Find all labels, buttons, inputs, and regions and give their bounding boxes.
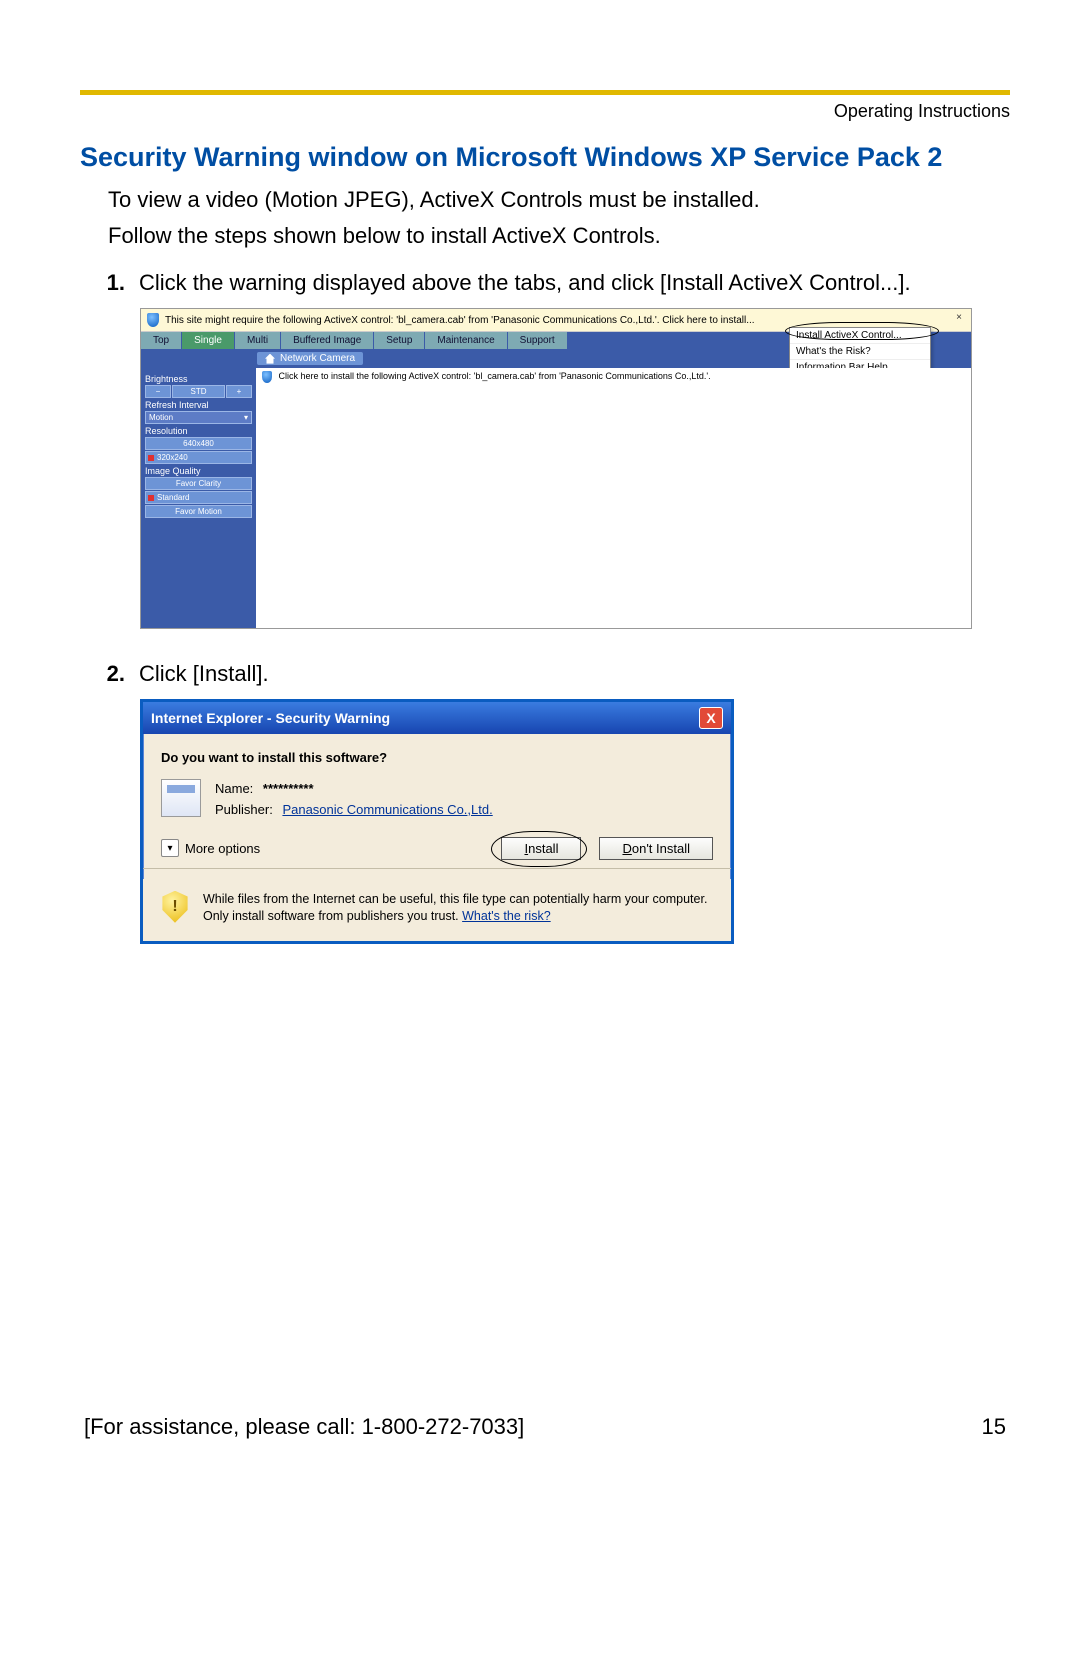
more-options-label: More options bbox=[185, 841, 260, 856]
quality-standard-button[interactable]: Standard bbox=[145, 491, 252, 504]
software-name-value: ********** bbox=[263, 781, 314, 796]
publisher-row: Publisher: Panasonic Communications Co.,… bbox=[215, 802, 493, 817]
quality-motion-button[interactable]: Favor Motion bbox=[145, 505, 252, 518]
label-resolution: Resolution bbox=[145, 426, 252, 436]
home-icon bbox=[265, 354, 275, 364]
tab-multi[interactable]: Multi bbox=[235, 332, 281, 349]
label-brightness: Brightness bbox=[145, 374, 252, 384]
camera-content-area: Click here to install the following Acti… bbox=[256, 368, 971, 628]
software-window-icon bbox=[161, 779, 201, 817]
warning-text: While files from the Internet can be use… bbox=[203, 892, 707, 923]
step-2-number: 2. bbox=[80, 659, 139, 689]
brightness-std-button[interactable]: STD bbox=[172, 385, 225, 398]
page-number: 15 bbox=[982, 1414, 1006, 1440]
install-button[interactable]: Install bbox=[501, 837, 581, 860]
figure-infobar-screenshot: This site might require the following Ac… bbox=[140, 308, 1010, 629]
infobar-text: This site might require the following Ac… bbox=[165, 315, 755, 326]
camera-sidebar: Brightness − STD + Refresh Interval Moti… bbox=[141, 368, 256, 628]
menu-whats-the-risk[interactable]: What's the Risk? bbox=[790, 344, 930, 360]
chevron-down-icon: ▾ bbox=[244, 413, 248, 422]
more-options-toggle[interactable]: ▾ More options bbox=[161, 839, 260, 857]
dialog-title-text: Internet Explorer - Security Warning bbox=[151, 710, 390, 726]
step-2: 2. Click [Install]. bbox=[80, 659, 1010, 689]
tab-support[interactable]: Support bbox=[508, 332, 568, 349]
top-rule bbox=[80, 90, 1010, 95]
close-icon[interactable]: × bbox=[953, 312, 965, 324]
document-page: Operating Instructions Security Warning … bbox=[0, 0, 1080, 1669]
step-2-text: Click [Install]. bbox=[139, 659, 1010, 689]
tab-single[interactable]: Single bbox=[182, 332, 235, 349]
network-camera-label: Network Camera bbox=[280, 353, 355, 364]
intro-line-1: To view a video (Motion JPEG), ActiveX C… bbox=[80, 185, 1010, 215]
page-footer: [For assistance, please call: 1-800-272-… bbox=[80, 1414, 1010, 1440]
header-label: Operating Instructions bbox=[80, 101, 1010, 122]
dialog-warning-footer: While files from the Internet can be use… bbox=[143, 879, 731, 941]
refresh-interval-select[interactable]: Motion ▾ bbox=[145, 411, 252, 424]
brightness-plus-button[interactable]: + bbox=[226, 385, 252, 398]
step-1: 1. Click the warning displayed above the… bbox=[80, 268, 1010, 298]
brightness-minus-button[interactable]: − bbox=[145, 385, 171, 398]
chevron-down-icon: ▾ bbox=[161, 839, 179, 857]
menu-install-activex[interactable]: Install ActiveX Control... bbox=[790, 328, 930, 344]
whats-the-risk-link[interactable]: What's the risk? bbox=[462, 909, 551, 923]
step-1-number: 1. bbox=[80, 268, 139, 298]
tab-buffered-image[interactable]: Buffered Image bbox=[281, 332, 374, 349]
label-refresh-interval: Refresh Interval bbox=[145, 400, 252, 410]
name-label: Name: bbox=[215, 781, 253, 796]
network-camera-pill[interactable]: Network Camera bbox=[256, 351, 364, 366]
shield-icon bbox=[262, 371, 272, 383]
activex-information-bar[interactable]: This site might require the following Ac… bbox=[141, 309, 971, 332]
page-title: Security Warning window on Microsoft Win… bbox=[80, 142, 1010, 173]
tab-setup[interactable]: Setup bbox=[374, 332, 425, 349]
content-activex-text: Click here to install the following Acti… bbox=[279, 371, 711, 381]
tab-maintenance[interactable]: Maintenance bbox=[425, 332, 507, 349]
intro-line-2: Follow the steps shown below to install … bbox=[80, 221, 1010, 251]
resolution-320-button[interactable]: 320x240 bbox=[145, 451, 252, 464]
software-name-row: Name: ********** bbox=[215, 781, 493, 796]
warning-shield-icon bbox=[161, 891, 189, 923]
dialog-divider bbox=[143, 868, 731, 869]
dialog-question: Do you want to install this software? bbox=[161, 750, 713, 765]
publisher-link[interactable]: Panasonic Communications Co.,Ltd. bbox=[282, 802, 492, 817]
dialog-close-button[interactable]: X bbox=[699, 707, 723, 729]
step-1-text: Click the warning displayed above the ta… bbox=[139, 268, 1010, 298]
resolution-640-button[interactable]: 640x480 bbox=[145, 437, 252, 450]
shield-icon bbox=[147, 313, 159, 327]
assistance-text: [For assistance, please call: 1-800-272-… bbox=[84, 1414, 524, 1440]
security-warning-dialog: Internet Explorer - Security Warning X D… bbox=[140, 699, 734, 944]
figure-security-dialog: Internet Explorer - Security Warning X D… bbox=[140, 699, 1010, 944]
label-image-quality: Image Quality bbox=[145, 466, 252, 476]
tab-top[interactable]: Top bbox=[141, 332, 182, 349]
publisher-label: Publisher: bbox=[215, 802, 273, 817]
quality-clarity-button[interactable]: Favor Clarity bbox=[145, 477, 252, 490]
dont-install-button[interactable]: Don't Install bbox=[599, 837, 713, 860]
dialog-titlebar: Internet Explorer - Security Warning X bbox=[143, 702, 731, 734]
